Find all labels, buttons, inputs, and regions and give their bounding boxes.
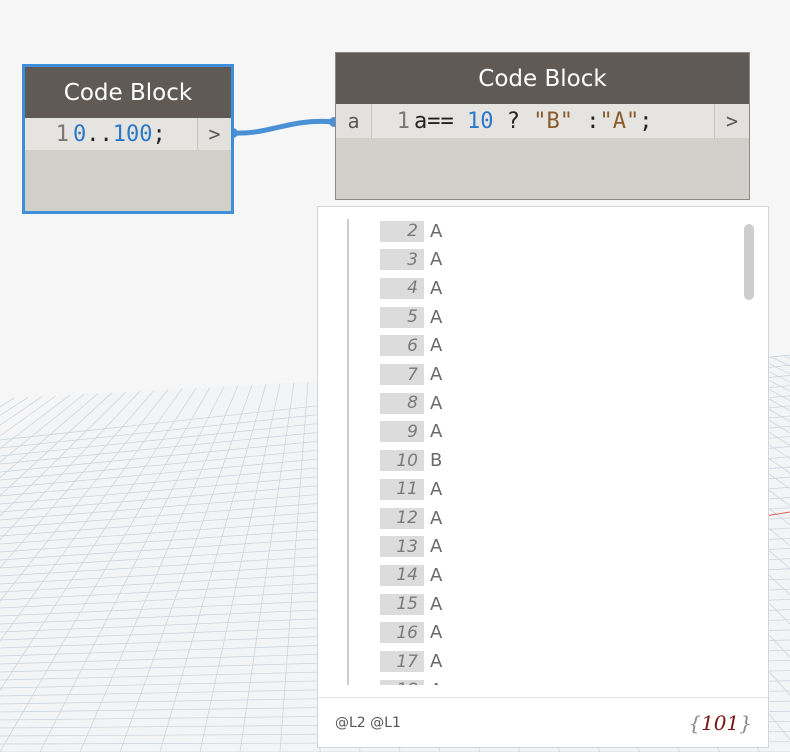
code-text[interactable]: a == 10 ? "B" : "A"; — [414, 104, 714, 138]
list-item: 9A — [380, 420, 442, 444]
list-item-value: A — [430, 536, 443, 558]
code-editor-row[interactable]: 1 0.. 100; > — [25, 118, 231, 150]
preview-footer: @L2 @L1 {101} — [318, 697, 768, 747]
list-item-value: B — [430, 450, 443, 472]
item-count: {101} — [688, 711, 752, 735]
list-item-value: A — [430, 507, 443, 529]
code-token-question: ? — [506, 108, 520, 134]
code-token-var: a — [414, 108, 428, 134]
list-item-value: A — [430, 593, 443, 615]
count-close-brace: } — [739, 710, 752, 735]
preview-list[interactable]: 2 A 3 A 4 A 5 A 6 A 7 A 8 A 9 A 10 B 11 A 12 A 13 A 14 A 15 A 16 A 17 A… — [318, 207, 758, 685]
list-item-value: A — [430, 564, 443, 586]
code-token-end: 100 — [112, 121, 153, 147]
preview-bubble[interactable]: 2 A 3 A 4 A 5 A 6 A 7 A 8 A 9 A 10 B 11 A 12 A 13 A 14 A 15 A 16 A 17 A… — [317, 206, 769, 748]
list-item-index: 8 — [380, 392, 424, 414]
list-item-value: A — [430, 421, 443, 443]
code-token-semicolon: ; — [152, 121, 166, 147]
list-item: 11 A — [380, 477, 442, 501]
code-token-colon: : — [586, 108, 600, 134]
list-item-index: 2 — [380, 220, 424, 242]
list-item: 7A — [380, 363, 442, 387]
line-number: 1 — [396, 108, 410, 134]
list-item: 18 A — [380, 678, 442, 685]
list-levels-label[interactable]: @L2 @L1 — [335, 715, 401, 731]
list-item-index: 4 — [380, 277, 424, 299]
list-item-index: 3 — [380, 249, 424, 271]
list-item-value: A — [430, 680, 442, 685]
list-item: 13 A — [380, 535, 442, 559]
code-token-string-false: "A" — [599, 108, 640, 134]
count-value: 101 — [701, 710, 740, 735]
list-item-value: A — [430, 277, 443, 299]
list-item-value: A — [430, 306, 443, 328]
list-item-value: A — [430, 335, 443, 357]
code-token-start: 0 — [73, 121, 87, 147]
list-item-index: 13 — [380, 536, 424, 558]
list-item-value: A — [430, 249, 443, 271]
list-item-index: 15 — [380, 593, 424, 615]
list-item-index: 16 — [380, 622, 424, 644]
output-port[interactable]: > — [197, 118, 231, 150]
list-item-index: 11 — [380, 478, 424, 500]
list-item: 15 A — [380, 592, 442, 616]
output-port[interactable]: > — [714, 104, 749, 138]
list-item: 6A — [380, 334, 442, 358]
list-item: 16 A — [380, 621, 442, 645]
line-number: 1 — [55, 121, 69, 147]
list-item-value: A — [430, 364, 443, 385]
code-editor-row[interactable]: a 1 a == 10 ? "B" : "A"; > — [336, 104, 749, 138]
list-item-index: 6 — [380, 335, 424, 357]
code-token-string-true: "B" — [533, 108, 573, 134]
code-token-semicolon: ; — [639, 108, 653, 134]
count-open-brace: { — [688, 710, 702, 735]
list-item: 14 A — [380, 563, 442, 587]
list-item: 4A — [380, 276, 442, 300]
list-item-index: 9 — [380, 421, 424, 443]
scrollbar-thumb[interactable] — [744, 224, 754, 300]
code-block-node-1[interactable]: Code Block 1 0.. 100; > — [22, 64, 234, 214]
list-item: 5A — [380, 305, 442, 329]
node-title[interactable]: Code Block — [336, 53, 749, 104]
list-item-value: A — [430, 220, 443, 242]
list-item-value: A — [430, 651, 443, 672]
list-item: 17 A — [380, 650, 442, 674]
list-item-index: 17 — [380, 651, 424, 672]
list-item-value: A — [430, 478, 443, 500]
list-item: 10 B — [380, 449, 442, 473]
list-item-index: 12 — [380, 507, 424, 529]
list-item: 3A — [380, 248, 442, 272]
code-block-node-2[interactable]: Code Block a 1 a == 10 ? "B" : "A"; > — [335, 52, 750, 200]
list-item: 2A — [380, 219, 442, 243]
list-level-guide — [347, 219, 349, 685]
code-token-range: .. — [86, 121, 113, 147]
list-item-index: 10 — [380, 450, 424, 472]
code-token-value: 10 — [467, 108, 494, 134]
code-text[interactable]: 0.. 100; — [73, 118, 197, 150]
list-item-index: 7 — [380, 364, 424, 385]
list-item-value: A — [430, 622, 443, 644]
list-item-index: 14 — [380, 564, 424, 586]
list-item: 8A — [380, 391, 442, 415]
list-item-index: 18 — [380, 679, 424, 685]
node-title[interactable]: Code Block — [25, 67, 231, 118]
code-token-eq: == — [427, 108, 454, 134]
list-item: 12 A — [380, 506, 442, 530]
list-item-index: 5 — [380, 306, 424, 328]
input-port-a[interactable]: a — [336, 104, 372, 138]
list-item-value: A — [430, 392, 443, 414]
